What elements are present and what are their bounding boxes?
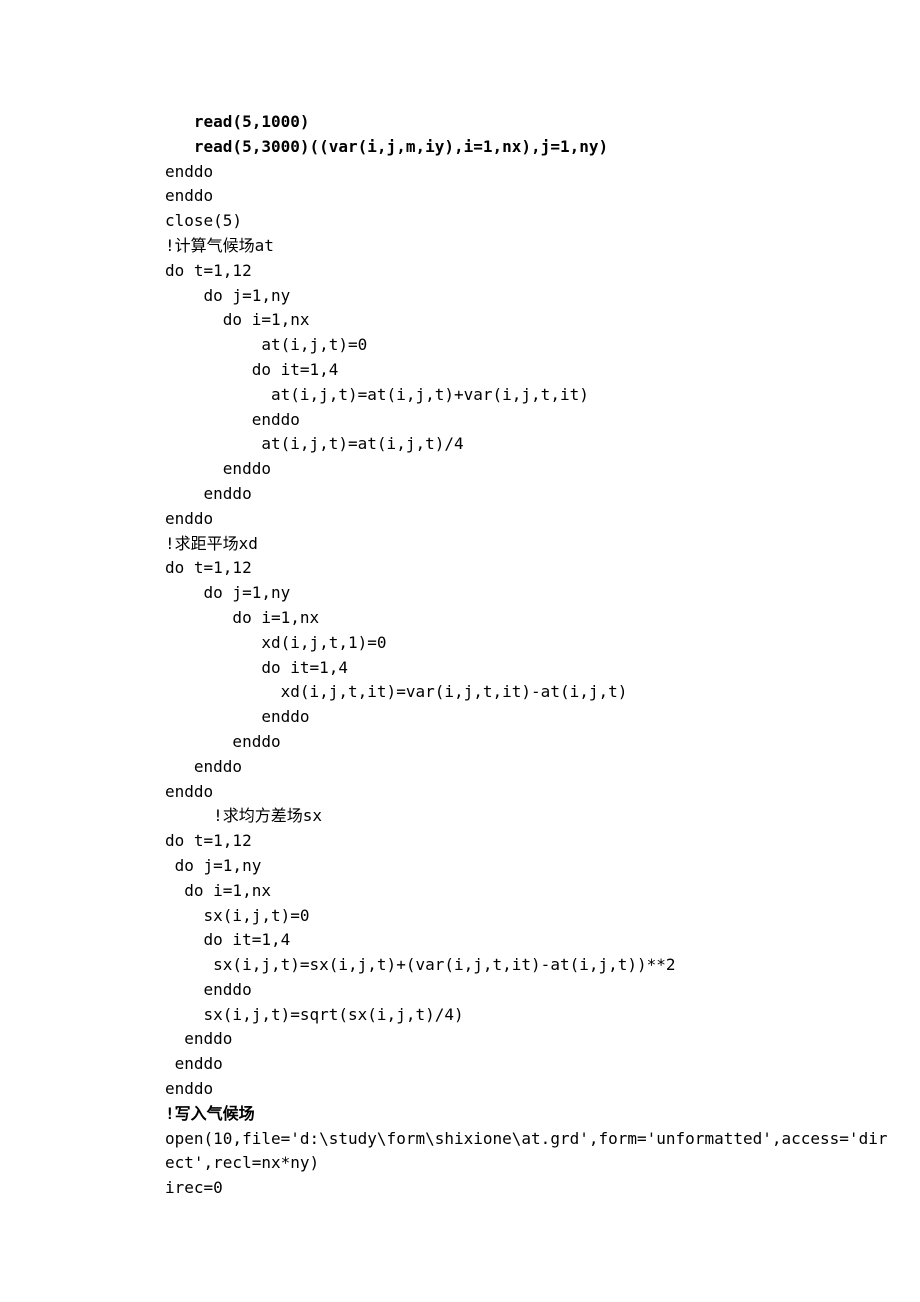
code-line: sx(i,j,t)=sqrt(sx(i,j,t)/4) [165, 1003, 755, 1028]
code-line: do j=1,ny [165, 854, 755, 879]
code-line: do i=1,nx [165, 308, 755, 333]
code-line: do j=1,ny [165, 581, 755, 606]
code-line: enddo [165, 730, 755, 755]
code-line: read(5,1000) [165, 110, 755, 135]
code-line: enddo [165, 1052, 755, 1077]
code-line: do it=1,4 [165, 656, 755, 681]
code-line: do j=1,ny [165, 284, 755, 309]
code-line: do t=1,12 [165, 259, 755, 284]
code-line: enddo [165, 705, 755, 730]
code-line: do it=1,4 [165, 928, 755, 953]
code-line: enddo [165, 184, 755, 209]
code-line: read(5,3000)((var(i,j,m,iy),i=1,nx),j=1,… [165, 135, 755, 160]
code-line: !求距平场xd [165, 532, 755, 557]
code-line: enddo [165, 507, 755, 532]
code-line: enddo [165, 780, 755, 805]
code-line: ect',recl=nx*ny) [165, 1151, 755, 1176]
code-line: enddo [165, 457, 755, 482]
code-line: irec=0 [165, 1176, 755, 1201]
document-page: read(5,1000) read(5,3000)((var(i,j,m,iy)… [0, 0, 920, 1301]
code-line: enddo [165, 160, 755, 185]
code-line: enddo [165, 1027, 755, 1052]
code-line: !计算气候场at [165, 234, 755, 259]
code-line: !求均方差场sx [165, 804, 755, 829]
code-line: open(10,file='d:\study\form\shixione\at.… [165, 1127, 755, 1152]
code-line: sx(i,j,t)=0 [165, 904, 755, 929]
code-line: enddo [165, 1077, 755, 1102]
code-line: at(i,j,t)=at(i,j,t)/4 [165, 432, 755, 457]
code-line: do t=1,12 [165, 829, 755, 854]
code-line: !写入气候场 [165, 1102, 755, 1127]
code-line: sx(i,j,t)=sx(i,j,t)+(var(i,j,t,it)-at(i,… [165, 953, 755, 978]
code-line: do it=1,4 [165, 358, 755, 383]
code-line: at(i,j,t)=at(i,j,t)+var(i,j,t,it) [165, 383, 755, 408]
code-line: enddo [165, 482, 755, 507]
code-line: close(5) [165, 209, 755, 234]
code-line: enddo [165, 408, 755, 433]
code-line: do i=1,nx [165, 606, 755, 631]
code-line: enddo [165, 978, 755, 1003]
code-line: do i=1,nx [165, 879, 755, 904]
code-line: do t=1,12 [165, 556, 755, 581]
code-line: xd(i,j,t,1)=0 [165, 631, 755, 656]
code-line: xd(i,j,t,it)=var(i,j,t,it)-at(i,j,t) [165, 680, 755, 705]
code-line: at(i,j,t)=0 [165, 333, 755, 358]
code-line: enddo [165, 755, 755, 780]
